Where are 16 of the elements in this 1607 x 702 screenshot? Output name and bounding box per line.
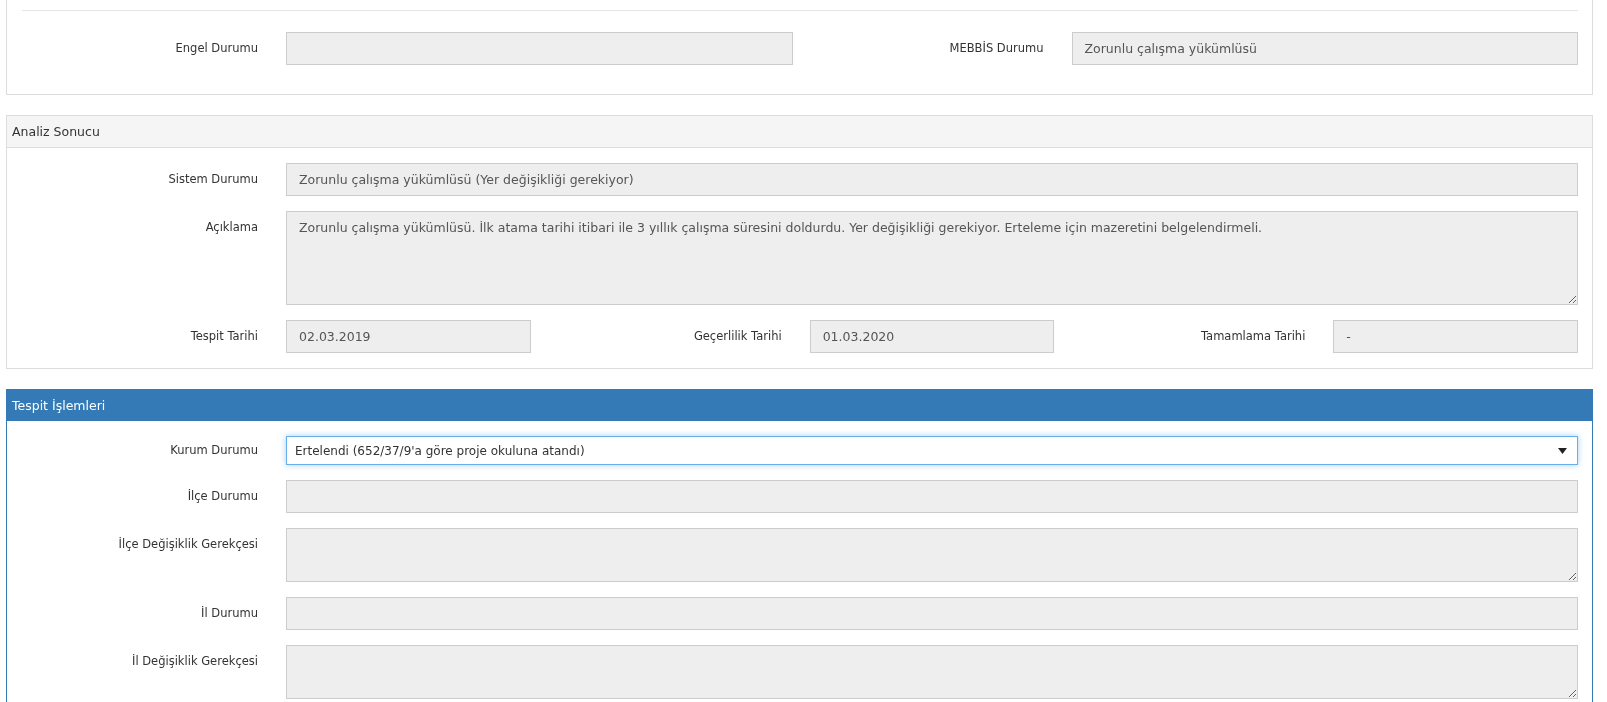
field-label: Geçerlilik Tarihi: [692, 328, 782, 344]
field-label: İlçe Durumu: [186, 488, 258, 504]
field-label: Engel Durumu: [174, 40, 258, 56]
field-label: Açıklama: [204, 219, 258, 235]
status-dropdown[interactable]: Ertelendi (652/37/9'a göre proje okuluna atandı): [286, 436, 1578, 465]
panel-header: Analiz Sonucu: [7, 116, 1592, 148]
field-label: İl Durumu: [200, 605, 258, 621]
caret-icon: [1558, 447, 1567, 454]
panel-header: Tespit İşlemleri: [7, 390, 1592, 421]
field-label: Kurum Durumu: [169, 442, 258, 458]
field-label: MEBBİS Durumu: [948, 40, 1044, 56]
field-label: İlçe Değişiklik Gerekçesi: [117, 536, 258, 552]
field-label: Tamamlama Tarihi: [1200, 328, 1306, 344]
field-label: Tespit Tarihi: [189, 328, 258, 344]
field-label: İl Değişiklik Gerekçesi: [131, 653, 258, 669]
field-label: Sistem Durumu: [167, 171, 258, 187]
